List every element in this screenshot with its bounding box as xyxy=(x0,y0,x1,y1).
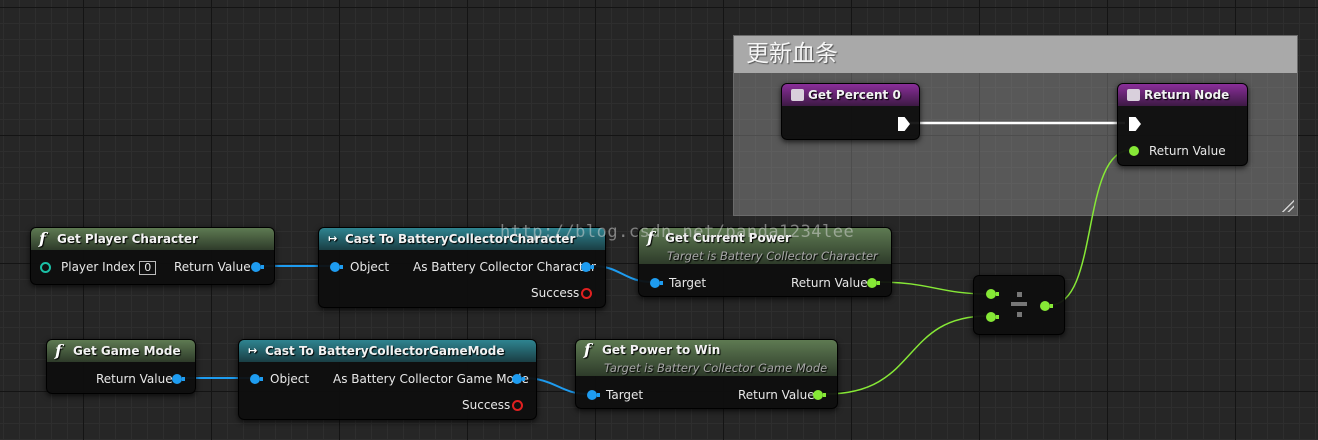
pin-arrow-icon xyxy=(996,292,999,296)
pin-arrow-icon xyxy=(660,281,663,285)
float-output-pin-icon[interactable] xyxy=(867,278,877,288)
return-node-icon xyxy=(1127,89,1140,101)
node-title: Get Game Mode xyxy=(73,344,181,358)
pin-arrow-icon xyxy=(1050,304,1053,308)
cast-icon: ↦ xyxy=(248,344,258,357)
pin-arrow-icon xyxy=(261,265,264,269)
pin-label: Success xyxy=(462,398,511,412)
object-input-pin-icon[interactable] xyxy=(587,390,597,400)
node-return[interactable]: Return Node Return Value xyxy=(1117,83,1248,166)
pin-label: Object xyxy=(270,372,310,386)
node-divide[interactable] xyxy=(973,275,1065,335)
function-icon: f xyxy=(647,228,654,247)
pin-label: Target xyxy=(669,276,707,290)
object-output-pin-icon[interactable] xyxy=(251,262,261,272)
pin-arrow-icon xyxy=(340,265,343,269)
object-input-pin-icon[interactable] xyxy=(330,262,340,272)
cast-icon: ↦ xyxy=(328,232,338,245)
node-header[interactable]: ↦ Cast To BatteryCollectorGameMode xyxy=(239,340,536,362)
pin-label-text: Player Index xyxy=(61,260,136,274)
divide-operator-icon xyxy=(1011,292,1027,318)
function-icon: f xyxy=(55,341,62,360)
pin-arrow-icon xyxy=(522,377,525,381)
node-subtitle: Target is Battery Collector Game Mode xyxy=(604,361,828,375)
pin-label: Return Value xyxy=(1149,144,1226,158)
float-output-pin-icon[interactable] xyxy=(813,390,823,400)
node-header[interactable]: Return Node xyxy=(1118,84,1247,106)
node-header[interactable]: f Get Player Character xyxy=(31,228,274,250)
object-output-pin-icon[interactable] xyxy=(172,374,182,384)
pin-label: Return Value xyxy=(96,372,173,386)
node-header[interactable]: f Get Power to Win Target is Battery Col… xyxy=(576,340,837,376)
node-title: Return Node xyxy=(1144,88,1230,102)
bool-output-pin-icon[interactable] xyxy=(581,288,592,299)
node-cast-character[interactable]: ↦ Cast To BatteryCollectorCharacter Obje… xyxy=(318,227,606,308)
node-header[interactable]: f Get Game Mode xyxy=(47,340,195,362)
pin-label: Object xyxy=(350,260,390,274)
node-header[interactable]: ↦ Cast To BatteryCollectorCharacter xyxy=(319,228,605,250)
node-title: Get Current Power xyxy=(665,231,791,245)
pin-label: Player Index 0 xyxy=(61,260,157,275)
pin-arrow-icon xyxy=(182,377,185,381)
exec-output-pin-icon[interactable] xyxy=(898,117,910,131)
node-get-power-to-win[interactable]: f Get Power to Win Target is Battery Col… xyxy=(575,339,838,409)
function-icon: f xyxy=(39,229,46,248)
node-title: Get Power to Win xyxy=(602,343,721,357)
pin-label: Return Value xyxy=(174,260,251,274)
pin-label: As Battery Collector Game Mode xyxy=(333,372,529,386)
float-input-pin-icon[interactable] xyxy=(986,289,996,299)
pin-label: Return Value xyxy=(738,388,815,402)
pin-label: Return Value xyxy=(791,276,868,290)
pin-arrow-icon xyxy=(996,315,999,319)
int-input-pin-icon[interactable] xyxy=(40,262,51,273)
object-input-pin-icon[interactable] xyxy=(250,374,260,384)
function-icon: f xyxy=(584,340,591,359)
wire-power-to-win-to-divide[interactable] xyxy=(825,315,989,395)
node-title: Cast To BatteryCollectorCharacter xyxy=(345,232,576,246)
node-subtitle: Target is Battery Collector Character xyxy=(667,249,878,263)
node-cast-game-mode[interactable]: ↦ Cast To BatteryCollectorGameMode Objec… xyxy=(238,339,537,420)
function-entry-icon xyxy=(791,89,804,101)
node-title: Cast To BatteryCollectorGameMode xyxy=(265,344,505,358)
float-output-pin-icon[interactable] xyxy=(1040,301,1050,311)
wire-current-power-to-divide[interactable] xyxy=(877,281,989,295)
node-title: Get Player Character xyxy=(57,232,198,246)
node-get-percent[interactable]: Get Percent 0 xyxy=(781,83,920,140)
float-input-pin-icon[interactable] xyxy=(986,312,996,322)
pin-label: Target xyxy=(606,388,644,402)
float-input-pin-icon[interactable] xyxy=(1129,146,1139,156)
pin-label: Success xyxy=(531,286,580,300)
player-index-input[interactable]: 0 xyxy=(139,261,157,275)
node-get-player-character[interactable]: f Get Player Character Player Index 0 Ret… xyxy=(30,227,275,285)
node-get-game-mode[interactable]: f Get Game Mode Return Value xyxy=(46,339,196,394)
pin-arrow-icon xyxy=(591,265,594,269)
node-header[interactable]: f Get Current Power Target is Battery Co… xyxy=(639,228,891,264)
object-input-pin-icon[interactable] xyxy=(650,278,660,288)
pin-arrow-icon xyxy=(877,281,880,285)
exec-input-pin-icon[interactable] xyxy=(1129,117,1141,131)
object-output-pin-icon[interactable] xyxy=(581,262,591,272)
bool-output-pin-icon[interactable] xyxy=(512,400,523,411)
pin-arrow-icon xyxy=(597,393,600,397)
node-get-current-power[interactable]: f Get Current Power Target is Battery Co… xyxy=(638,227,892,297)
pin-arrow-icon xyxy=(260,377,263,381)
node-header[interactable]: Get Percent 0 xyxy=(782,84,919,106)
node-title: Get Percent 0 xyxy=(808,88,901,102)
pin-arrow-icon xyxy=(823,393,826,397)
object-output-pin-icon[interactable] xyxy=(512,374,522,384)
pin-label: As Battery Collector Character xyxy=(413,260,596,274)
